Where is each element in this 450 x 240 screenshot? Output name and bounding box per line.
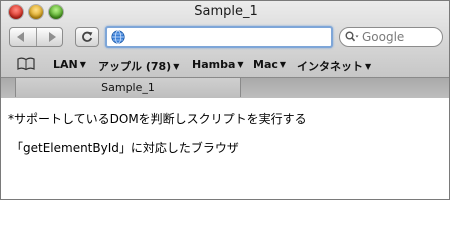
triangle-down-icon: ▼ (365, 62, 372, 71)
forward-button[interactable] (37, 28, 63, 46)
bookmark-folder-hamba[interactable]: Hamba ▼ (192, 58, 244, 71)
bookmark-folder-apple[interactable]: アップル (78) ▼ (98, 58, 179, 74)
bookmark-folder-internet[interactable]: インタネット ▼ (297, 58, 371, 74)
globe-icon (111, 30, 125, 44)
tab-bar: Sample_1 (1, 77, 449, 98)
browser-chrome: Sample_1 Google LAN ▼ アップル (78) ▼ Hamba … (1, 1, 449, 98)
back-button[interactable] (10, 28, 37, 46)
search-input[interactable] (362, 29, 440, 45)
bookmark-label: Hamba (192, 58, 236, 71)
bookmark-label: LAN (53, 58, 78, 71)
triangle-down-icon: ▼ (237, 60, 244, 69)
bookmark-label: Mac (253, 58, 278, 71)
triangle-down-icon: ▼ (279, 60, 287, 69)
arrow-right-icon (49, 32, 56, 42)
bookmark-label: インタネット (297, 60, 363, 73)
address-bar[interactable] (105, 26, 333, 48)
triangle-down-icon: ▼ (173, 62, 180, 71)
bookmark-label: アップル (78) (98, 60, 172, 73)
reload-icon (82, 31, 93, 42)
browser-window: Sample_1 Google LAN ▼ アップル (78) ▼ Hamba … (0, 0, 450, 200)
search-icon (345, 31, 359, 42)
content-text-line-2: 「getElementById」に対応したブラウザ (11, 141, 239, 155)
bookmark-folder-lan[interactable]: LAN ▼ (53, 58, 86, 71)
title-bar[interactable]: Sample_1 (1, 1, 449, 23)
url-input[interactable] (129, 29, 329, 45)
navigation-buttons (9, 27, 63, 47)
bookmarks-bar: LAN ▼ アップル (78) ▼ Hamba ▼ Mac ▼ インタネット ▼ (1, 56, 449, 74)
content-text-line-1: *サポートしているDOMを判断しスクリプトを実行する (8, 112, 307, 126)
bookmarks-book-icon[interactable] (17, 57, 35, 71)
page-content: *サポートしているDOMを判断しスクリプトを実行する 「getElementBy… (1, 98, 449, 199)
reload-button[interactable] (75, 27, 99, 47)
bookmark-folder-mac[interactable]: Mac ▼ (253, 58, 286, 71)
search-field[interactable] (339, 27, 443, 47)
triangle-down-icon: ▼ (79, 60, 86, 69)
tab-sample-1[interactable]: Sample_1 (15, 78, 241, 97)
arrow-left-icon (17, 32, 24, 42)
window-title: Sample_1 (194, 4, 258, 19)
